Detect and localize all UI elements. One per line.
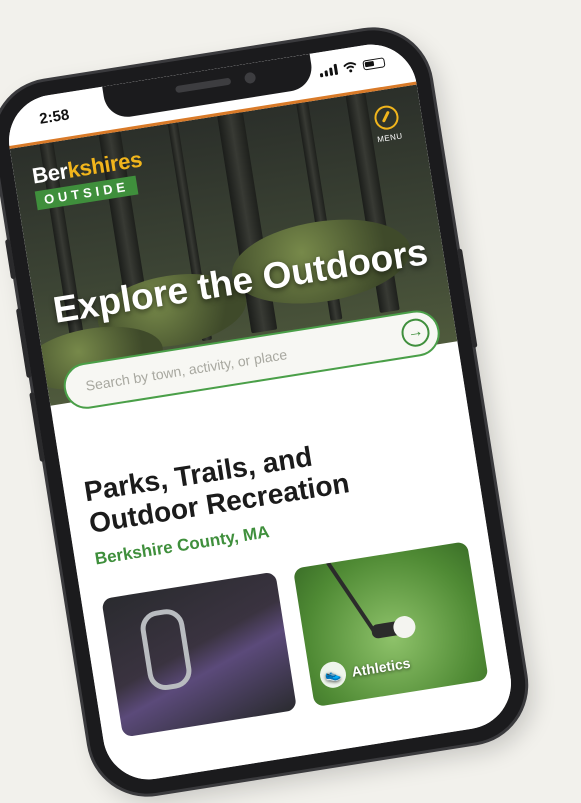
compass-icon bbox=[372, 103, 401, 132]
carabiner-image bbox=[138, 606, 195, 693]
category-card-climbing[interactable] bbox=[101, 571, 298, 738]
card-label-text: Athletics bbox=[350, 654, 412, 680]
front-camera bbox=[243, 71, 257, 85]
golf-club-image bbox=[322, 556, 377, 634]
card-label: 👟 Athletics bbox=[318, 650, 412, 690]
main-content: Parks, Trails, and Outdoor Recreation Be… bbox=[52, 354, 518, 786]
speaker-grille bbox=[175, 77, 232, 94]
arrow-right-circle-icon[interactable]: → bbox=[399, 316, 432, 349]
signal-icon bbox=[319, 63, 339, 78]
golf-ball-image bbox=[391, 614, 418, 640]
battery-icon bbox=[362, 56, 386, 71]
wifi-icon bbox=[343, 62, 357, 73]
category-card-athletics[interactable]: 👟 Athletics bbox=[292, 541, 489, 708]
sneaker-icon: 👟 bbox=[318, 659, 348, 690]
status-icons bbox=[319, 56, 386, 78]
phone-mockup: 2:58 Berkshires OUTSIDE MENU Explore the… bbox=[0, 22, 534, 802]
menu-button[interactable]: MENU bbox=[372, 103, 404, 145]
status-time: 2:58 bbox=[38, 106, 71, 128]
menu-label: MENU bbox=[376, 131, 404, 145]
section-title: Parks, Trails, and Outdoor Recreation bbox=[81, 440, 352, 539]
